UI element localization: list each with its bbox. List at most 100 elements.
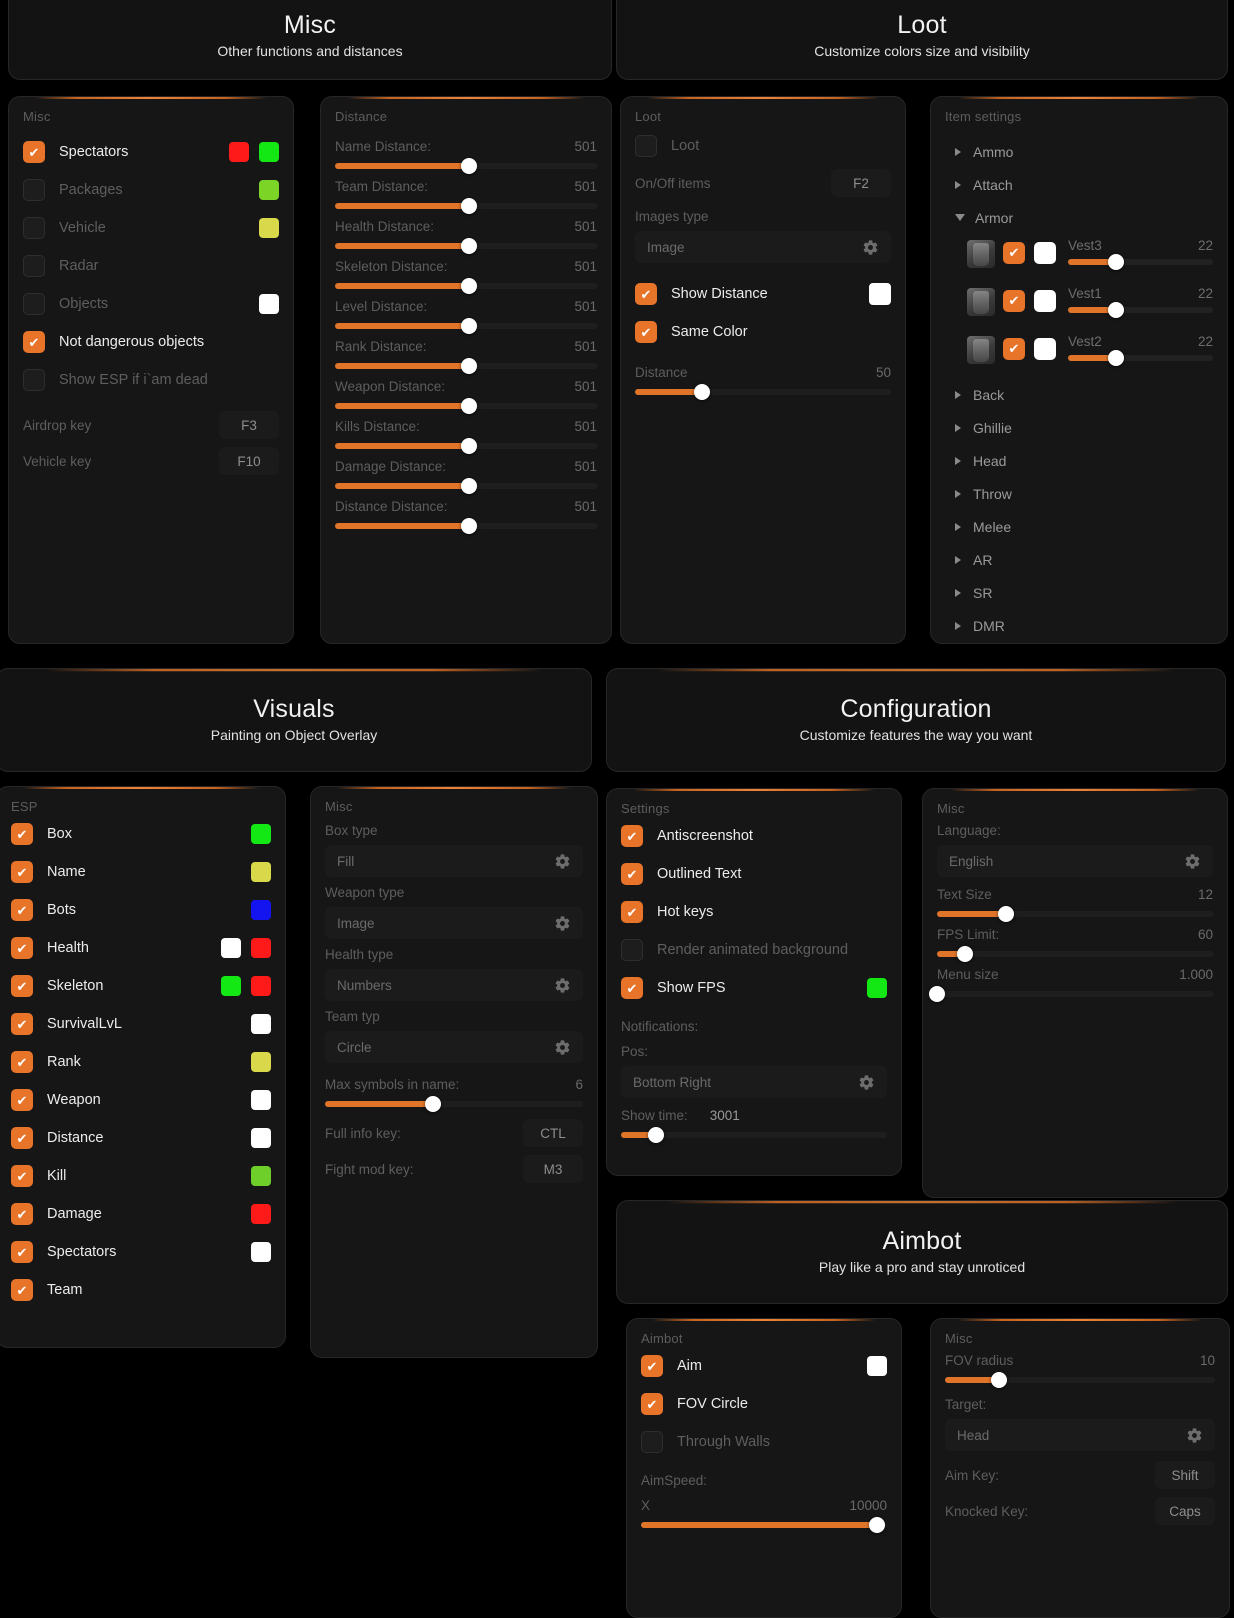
slider-knob[interactable]	[460, 198, 477, 214]
slider-track[interactable]	[929, 986, 1213, 1002]
setting-4-checkbox[interactable]	[621, 977, 643, 999]
color-swatch[interactable]	[259, 218, 279, 238]
esp-item-11-row[interactable]: Spectators	[0, 1233, 285, 1271]
esp-item-7-checkbox[interactable]	[11, 1089, 33, 1111]
slider-track[interactable]	[937, 906, 1213, 922]
setting-1-checkbox[interactable]	[621, 863, 643, 885]
gear-icon[interactable]	[554, 915, 571, 932]
esp-item-5-checkbox[interactable]	[11, 1013, 33, 1035]
slider-track[interactable]	[937, 946, 1213, 962]
esp-item-10-checkbox[interactable]	[11, 1203, 33, 1225]
misc-toggle-1-checkbox[interactable]	[23, 179, 45, 201]
color-swatch[interactable]	[251, 1166, 271, 1186]
key-binding-value[interactable]: F10	[219, 447, 279, 475]
esp-item-3-row[interactable]: Health	[0, 929, 285, 967]
select-control[interactable]: Numbers	[325, 969, 583, 1001]
loot-checkbox[interactable]	[635, 135, 657, 157]
color-swatch[interactable]	[259, 294, 279, 314]
slider-row[interactable]: Name Distance: 501	[321, 139, 611, 174]
color-swatch[interactable]	[221, 976, 241, 996]
esp-item-4-row[interactable]: Skeleton	[0, 967, 285, 1005]
key-binding-value[interactable]: Shift	[1155, 1461, 1215, 1489]
slider-row[interactable]: Health Distance: 501	[321, 219, 611, 254]
color-swatch[interactable]	[251, 1242, 271, 1262]
color-swatch[interactable]	[251, 938, 271, 958]
slider-track[interactable]	[335, 238, 597, 254]
slider-knob[interactable]	[1107, 254, 1124, 270]
armor-item-row[interactable]: Vest2 22	[931, 330, 1227, 378]
slider-row[interactable]: Damage Distance: 501	[321, 459, 611, 494]
color-swatch[interactable]	[251, 862, 271, 882]
onoff-items-key[interactable]: F2	[831, 169, 891, 197]
item-group-throw[interactable]: Throw	[931, 477, 1227, 510]
key-binding-row[interactable]: Aim Key: Shift	[931, 1457, 1229, 1493]
setting-0-checkbox[interactable]	[621, 825, 643, 847]
color-swatch[interactable]	[251, 1052, 271, 1072]
setting-4-row[interactable]: Show FPS	[607, 969, 901, 1007]
loot-distance-track[interactable]	[635, 384, 891, 400]
esp-item-3-checkbox[interactable]	[11, 937, 33, 959]
slider-knob[interactable]	[991, 1372, 1007, 1388]
key-binding-row[interactable]: Fight mod key: M3	[311, 1151, 597, 1187]
color-swatch[interactable]	[251, 900, 271, 920]
slider-track[interactable]	[335, 438, 597, 454]
loot-distance-slider-row[interactable]: Distance 50	[621, 365, 905, 400]
esp-item-1-row[interactable]: Name	[0, 853, 285, 891]
slider-knob[interactable]	[460, 478, 477, 494]
item-group-ar[interactable]: AR	[931, 543, 1227, 576]
misc-toggle-1-row[interactable]: Packages	[9, 171, 293, 209]
slider-knob[interactable]	[1107, 350, 1124, 366]
slider-knob[interactable]	[693, 384, 710, 400]
slider-row[interactable]: Skeleton Distance: 501	[321, 259, 611, 294]
color-swatch[interactable]	[251, 1204, 271, 1224]
pos-select[interactable]: Bottom Right	[621, 1066, 887, 1098]
key-binding-value[interactable]: M3	[523, 1155, 583, 1183]
misc-toggle-0-checkbox[interactable]	[23, 141, 45, 163]
aimbot-toggle-2-checkbox[interactable]	[641, 1431, 663, 1453]
aimbot-toggle-0-row[interactable]: Aim	[627, 1347, 901, 1385]
item-group-ammo[interactable]: Ammo	[931, 135, 1227, 168]
setting-1-row[interactable]: Outlined Text	[607, 855, 901, 893]
armor-item-checkbox[interactable]	[1003, 290, 1025, 312]
setting-2-checkbox[interactable]	[621, 901, 643, 923]
max-symbols-track[interactable]	[325, 1096, 583, 1112]
gear-icon[interactable]	[862, 239, 879, 256]
slider-row[interactable]: Kills Distance: 501	[321, 419, 611, 454]
esp-item-8-row[interactable]: Distance	[0, 1119, 285, 1157]
slider-track[interactable]	[335, 278, 597, 294]
esp-item-2-checkbox[interactable]	[11, 899, 33, 921]
slider-knob[interactable]	[460, 438, 477, 454]
aimbot-toggle-2-row[interactable]: Through Walls	[627, 1423, 901, 1461]
slider-knob[interactable]	[460, 318, 477, 334]
slider-knob[interactable]	[460, 238, 477, 254]
key-binding-row[interactable]: Airdrop key F3	[9, 407, 293, 443]
esp-item-9-checkbox[interactable]	[11, 1165, 33, 1187]
esp-item-10-row[interactable]: Damage	[0, 1195, 285, 1233]
color-swatch[interactable]	[1034, 338, 1056, 360]
slider-row[interactable]: Distance Distance: 501	[321, 499, 611, 534]
slider-track[interactable]	[335, 518, 597, 534]
slider-track[interactable]	[335, 198, 597, 214]
item-group-head[interactable]: Head	[931, 444, 1227, 477]
esp-item-4-checkbox[interactable]	[11, 975, 33, 997]
misc-toggle-3-row[interactable]: Radar	[9, 247, 293, 285]
esp-item-0-row[interactable]: Box	[0, 815, 285, 853]
show-time-slider-row[interactable]	[607, 1127, 901, 1143]
slider-knob[interactable]	[998, 906, 1014, 922]
gear-icon[interactable]	[1184, 853, 1201, 870]
setting-2-row[interactable]: Hot keys	[607, 893, 901, 931]
aimspeed-x-row[interactable]: X 10000	[627, 1498, 901, 1533]
item-group-dmr[interactable]: DMR	[931, 609, 1227, 642]
aimbot-toggle-1-row[interactable]: FOV Circle	[627, 1385, 901, 1423]
slider-knob[interactable]	[929, 986, 945, 1002]
same-color-checkbox[interactable]	[635, 321, 657, 343]
select-control[interactable]: Image	[325, 907, 583, 939]
same-color-row[interactable]: Same Color	[621, 313, 905, 351]
color-swatch[interactable]	[259, 180, 279, 200]
color-swatch[interactable]	[251, 1090, 271, 1110]
key-binding-row[interactable]: Vehicle key F10	[9, 443, 293, 479]
esp-item-7-row[interactable]: Weapon	[0, 1081, 285, 1119]
esp-item-5-row[interactable]: SurvivalLvL	[0, 1005, 285, 1043]
esp-item-1-checkbox[interactable]	[11, 861, 33, 883]
item-group-ghillie[interactable]: Ghillie	[931, 411, 1227, 444]
